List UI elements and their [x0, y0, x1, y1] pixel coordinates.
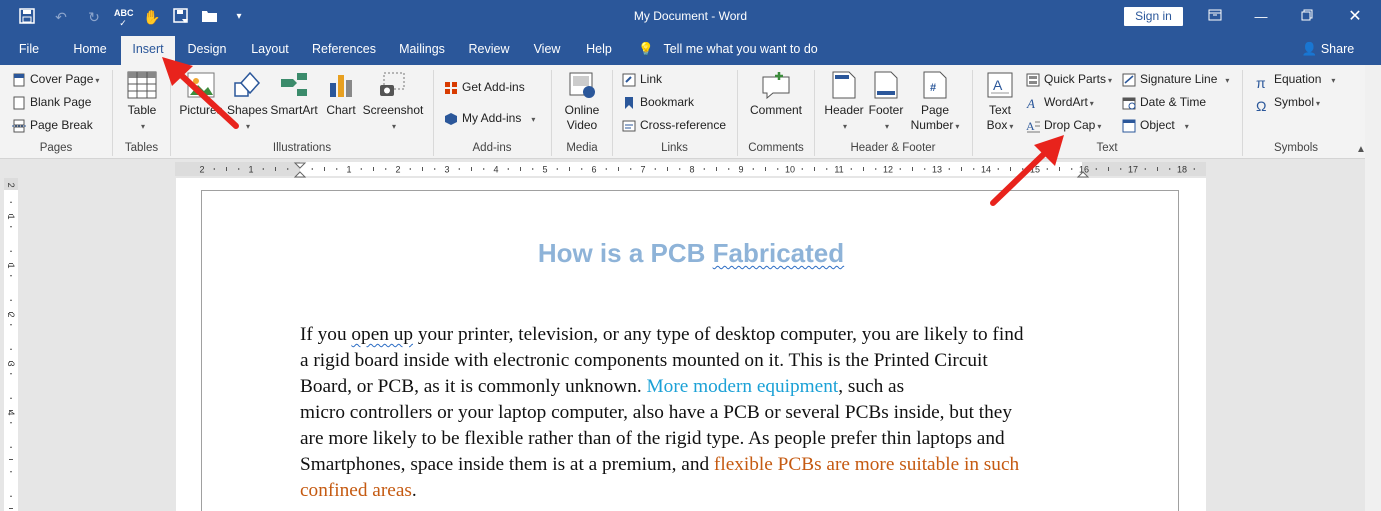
- red-arrow-insert-tab: [162, 57, 239, 129]
- red-arrow-drop-cap: [990, 135, 1064, 206]
- annotation-arrows: [162, 57, 1064, 206]
